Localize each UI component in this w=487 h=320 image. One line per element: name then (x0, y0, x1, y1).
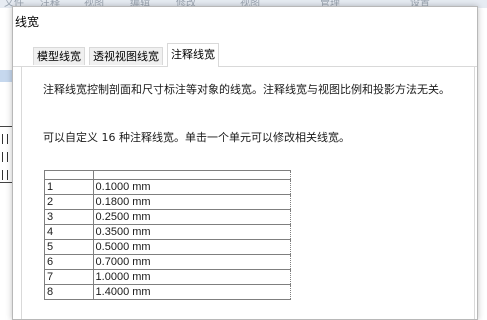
lineweight-cell[interactable]: 0.7000 mm (92, 254, 292, 270)
row-number: 2 (44, 194, 94, 210)
table-row: 7 1.0000 mm (44, 269, 292, 285)
tab-perspective-lineweights[interactable]: 透视视图线宽 (89, 47, 163, 65)
grid-header-row (44, 170, 292, 180)
row-number: 6 (44, 254, 94, 270)
instruction-text: 可以自定义 16 种注释线宽。单击一个单元可以修改相关线宽。 (43, 131, 350, 144)
tab-label: 模型线宽 (37, 50, 81, 63)
tab-annotation-lineweights[interactable]: 注释线宽 (167, 43, 219, 67)
row-number: 1 (44, 179, 94, 195)
background-highlight-band (0, 70, 12, 82)
row-number: 3 (44, 209, 94, 225)
lineweight-cell[interactable]: 0.1000 mm (92, 179, 292, 195)
drawing-line (0, 182, 12, 183)
row-number: 7 (44, 269, 94, 285)
tab-label: 透视视图线宽 (93, 50, 159, 63)
table-row: 3 0.2500 mm (44, 209, 292, 225)
lineweight-cell[interactable]: 0.3500 mm (92, 224, 292, 240)
lineweight-cell[interactable]: 0.1800 mm (92, 194, 292, 210)
table-row: 8 1.4000 mm (44, 284, 292, 300)
table-row: 1 0.1000 mm (44, 179, 292, 195)
drawing-line (0, 126, 12, 127)
grid-header-cell (44, 170, 94, 180)
drawing-mark (0, 170, 12, 180)
lineweights-dialog: 线宽 模型线宽 透视视图线宽 注释线宽 注释线宽控制剖面和尺寸标注等对象的线宽。… (12, 6, 478, 320)
row-number: 8 (44, 284, 94, 300)
table-row: 2 0.1800 mm (44, 194, 292, 210)
lineweight-cell[interactable]: 1.4000 mm (92, 284, 292, 300)
drawing-mark (0, 134, 12, 144)
lineweight-cell[interactable]: 0.5000 mm (92, 239, 292, 255)
description-text: 注释线宽控制剖面和尺寸标注等对象的线宽。注释线宽与视图比例和投影方法无关。 (43, 83, 450, 96)
background-canvas-left (0, 8, 12, 314)
lineweight-cell[interactable]: 0.2500 mm (92, 209, 292, 225)
tab-label: 注释线宽 (171, 48, 215, 61)
table-row: 6 0.7000 mm (44, 254, 292, 270)
lineweight-grid: 1 0.1000 mm 2 0.1800 mm 3 0.2500 mm 4 0.… (44, 170, 292, 300)
drawing-mark (0, 152, 12, 162)
table-row: 4 0.3500 mm (44, 224, 292, 240)
lineweight-cell[interactable]: 1.0000 mm (92, 269, 292, 285)
dialog-titlebar[interactable]: 线宽 (13, 7, 477, 33)
row-number: 4 (44, 224, 94, 240)
dialog-title: 线宽 (15, 15, 40, 29)
tab-strip: 模型线宽 透视视图线宽 注释线宽 (13, 43, 477, 67)
tab-model-lineweights[interactable]: 模型线宽 (33, 47, 85, 65)
row-number: 5 (44, 239, 94, 255)
grid-header-cell (92, 170, 292, 180)
table-row: 5 0.5000 mm (44, 239, 292, 255)
